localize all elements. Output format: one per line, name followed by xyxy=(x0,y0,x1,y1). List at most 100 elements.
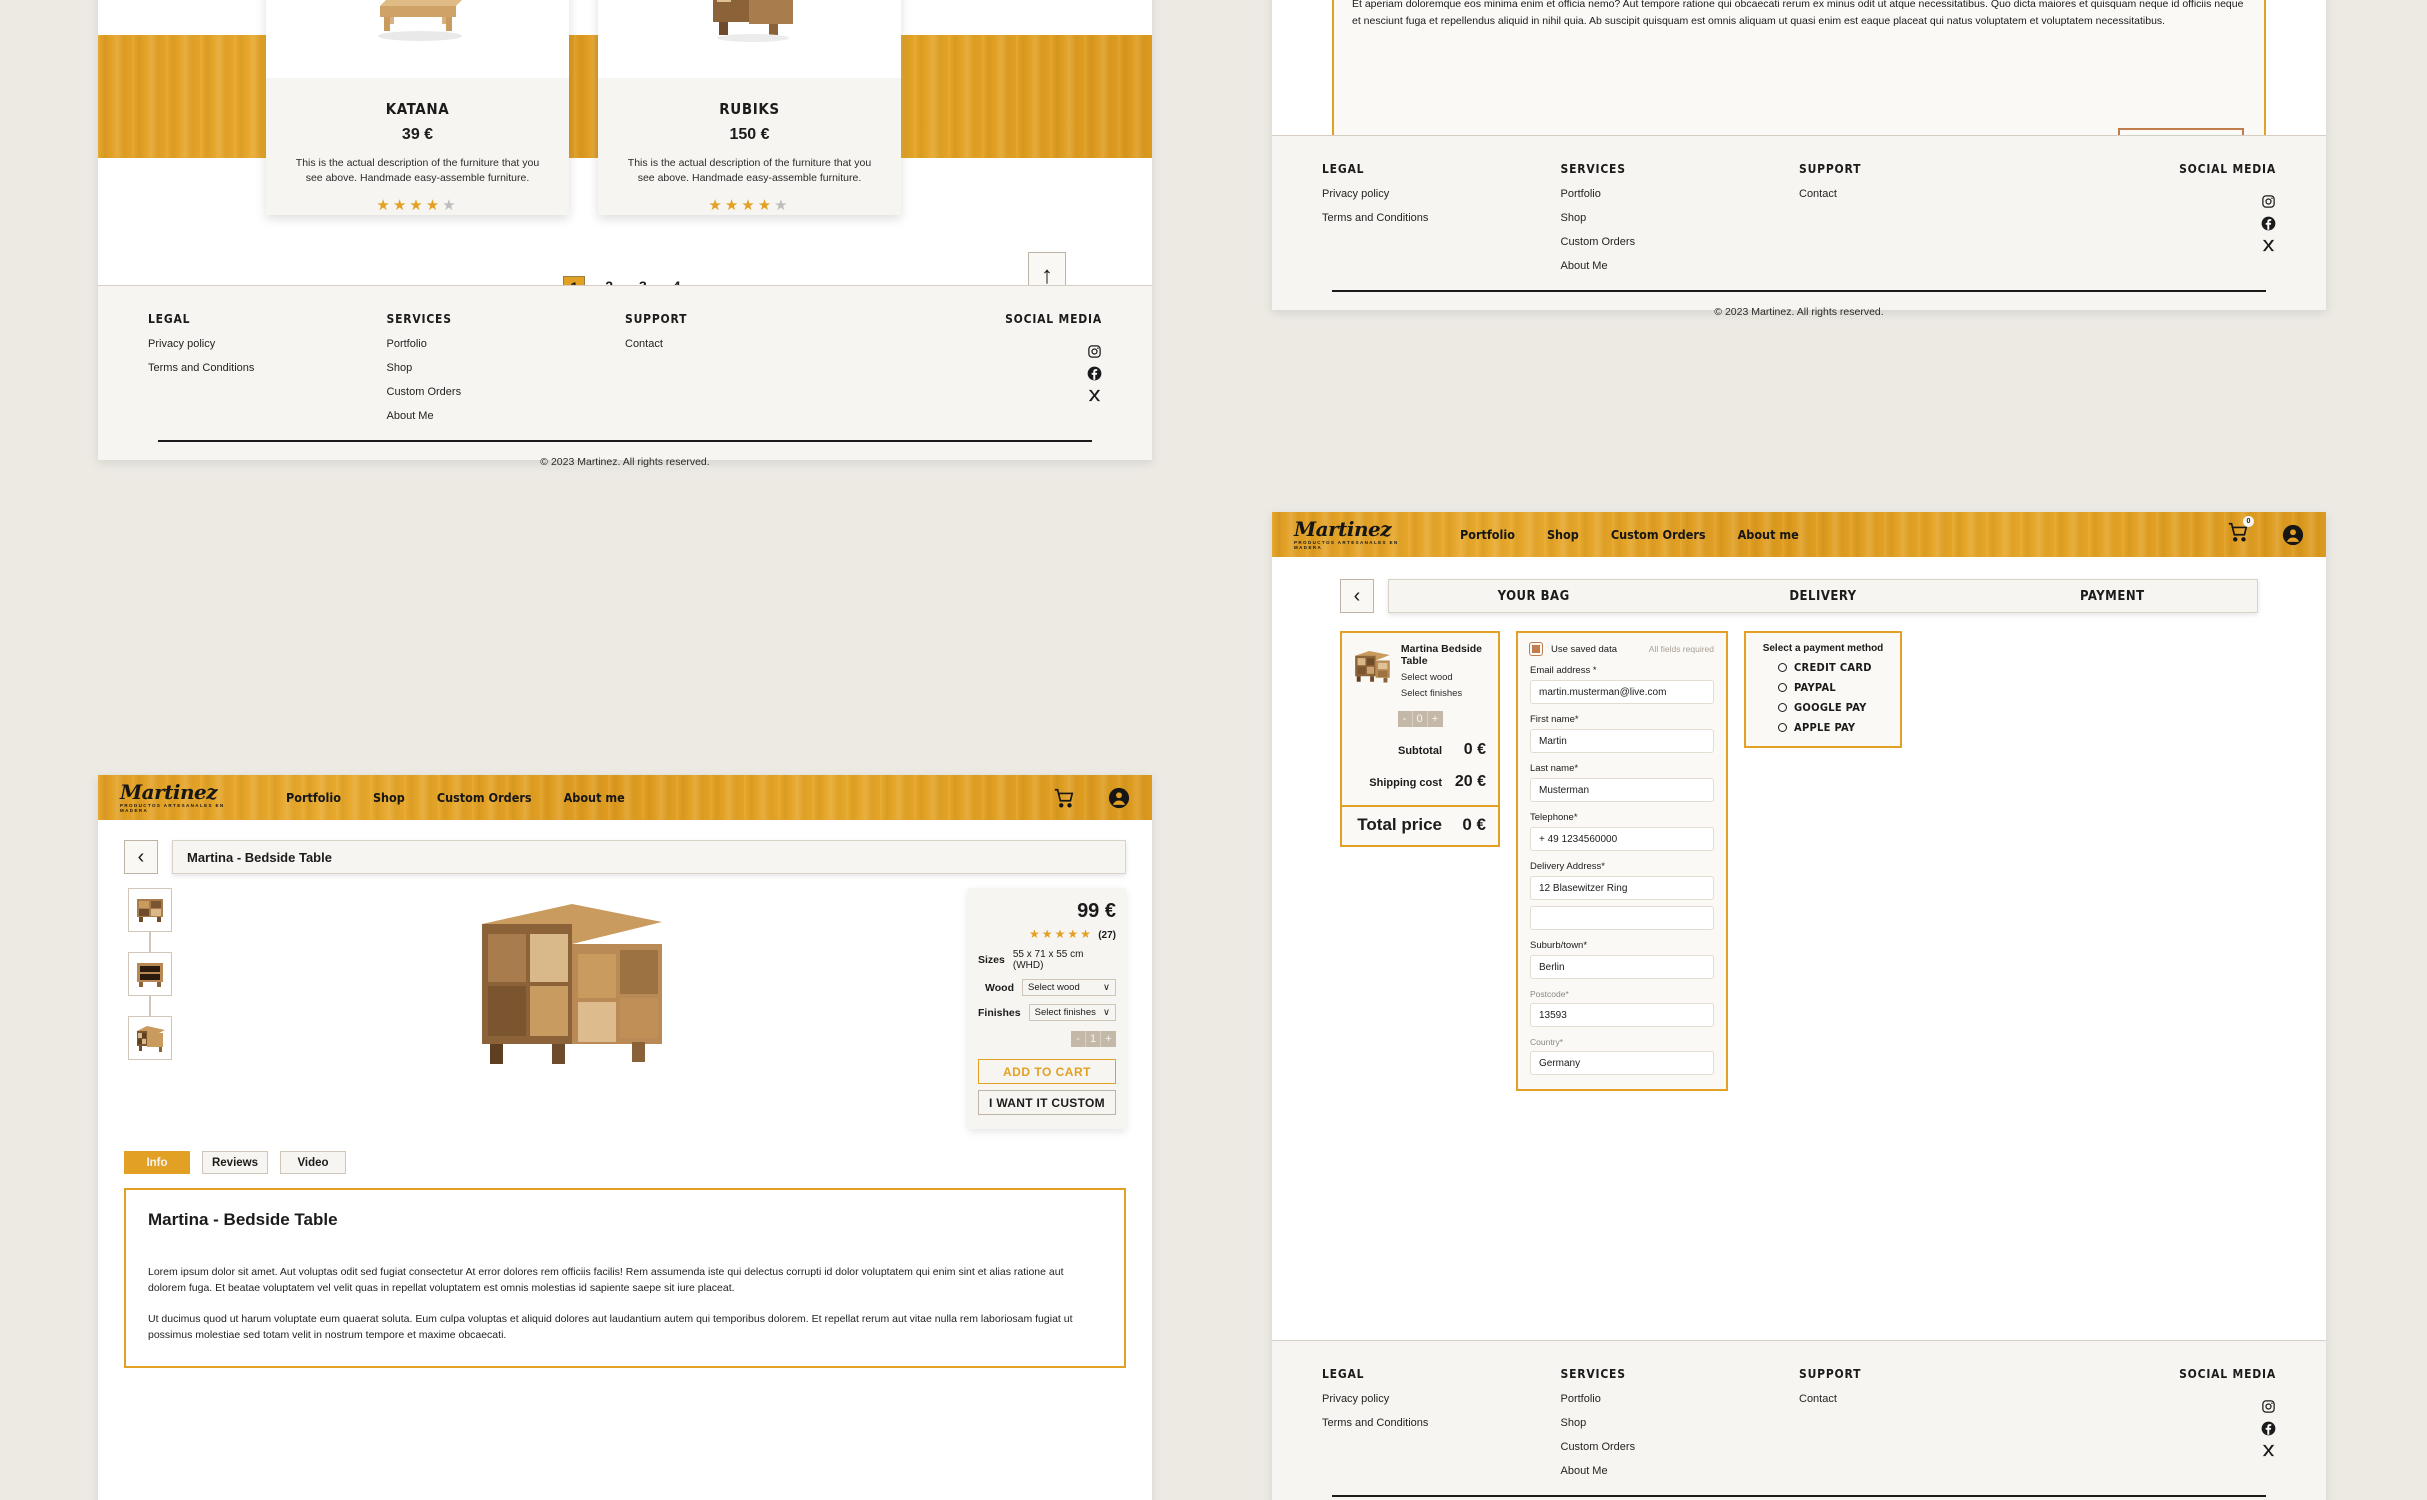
manual-panel: Et aperiam doloremque eos minima enim et… xyxy=(1272,0,2326,318)
footer-link-privacy-policy[interactable]: Privacy policy xyxy=(148,338,387,350)
email-field[interactable]: martin.musterman@live.com xyxy=(1530,680,1714,704)
radio-icon[interactable] xyxy=(1778,683,1787,692)
add-to-cart-button[interactable]: ADD TO CART xyxy=(978,1059,1116,1084)
wood-select[interactable]: Select wood ∨ xyxy=(1022,979,1116,996)
footer-link-portfolio[interactable]: Portfolio xyxy=(1561,188,1800,200)
use-saved-data-checkbox[interactable] xyxy=(1529,642,1543,656)
step-your-bag[interactable]: YOUR BAG xyxy=(1389,580,1678,612)
footer-link-privacy-policy[interactable]: Privacy policy xyxy=(1322,1393,1561,1405)
nav-link-portfolio[interactable]: Portfolio xyxy=(286,790,341,805)
footer-link-about-me[interactable]: About Me xyxy=(1561,260,1800,272)
bag-quantity-stepper[interactable]: - 0 + xyxy=(1342,711,1498,727)
postcode-field[interactable]: 13593 xyxy=(1530,1003,1714,1027)
footer-link-terms[interactable]: Terms and Conditions xyxy=(1322,1417,1561,1429)
quantity-stepper[interactable]: - 1 + xyxy=(978,1031,1116,1047)
shipping-value: 20 € xyxy=(1454,773,1486,790)
use-saved-data-label: Use saved data xyxy=(1551,643,1618,655)
first-name-field[interactable]: Martin xyxy=(1530,729,1714,753)
tab-reviews[interactable]: Reviews xyxy=(202,1151,268,1174)
footer-link-portfolio[interactable]: Portfolio xyxy=(1561,1393,1800,1405)
info-paragraph-2: Ut ducimus quod ut harum voluptate eum q… xyxy=(148,1312,1073,1341)
footer-link-shop[interactable]: Shop xyxy=(1561,212,1800,224)
delivery-address-line2-field[interactable] xyxy=(1530,906,1714,930)
product-card[interactable]: KATANA 39 € This is the actual descripti… xyxy=(266,0,569,215)
product-card[interactable]: RUBIKS 150 € This is the actual descript… xyxy=(598,0,901,215)
quantity-decrement[interactable]: - xyxy=(1071,1031,1086,1047)
brand-name: Martinez xyxy=(1294,517,1392,541)
payment-option-credit-card[interactable]: CREDIT CARD xyxy=(1756,661,1890,674)
payment-option-paypal[interactable]: PAYPAL xyxy=(1756,681,1890,694)
brand-logo[interactable]: Martinez PRODUCTOS ARTESANALES EN MADERA xyxy=(1294,519,1414,550)
country-field[interactable]: Germany xyxy=(1530,1051,1714,1075)
cart-button[interactable]: 0 xyxy=(2226,516,2254,548)
radio-icon[interactable] xyxy=(1778,663,1787,672)
payment-option-google-pay[interactable]: GOOGLE PAY xyxy=(1756,701,1890,714)
want-custom-button[interactable]: I WANT IT CUSTOM xyxy=(978,1090,1116,1115)
footer-link-terms[interactable]: Terms and Conditions xyxy=(148,362,387,374)
bag-quantity-increment[interactable]: + xyxy=(1427,711,1443,727)
cart-count-badge: 0 xyxy=(2243,516,2254,527)
radio-icon[interactable] xyxy=(1778,723,1787,732)
telephone-field[interactable]: + 49 1234560000 xyxy=(1530,827,1714,851)
instagram-icon[interactable] xyxy=(1087,344,1102,359)
bag-item-wood[interactable]: Select wood xyxy=(1401,672,1488,683)
nav-link-shop[interactable]: Shop xyxy=(373,790,405,805)
footer-link-contact[interactable]: Contact xyxy=(1799,188,2038,200)
facebook-icon[interactable] xyxy=(2261,216,2276,231)
sizes-label: Sizes xyxy=(978,954,1005,966)
radio-icon[interactable] xyxy=(1778,703,1787,712)
footer-link-custom-orders[interactable]: Custom Orders xyxy=(387,386,626,398)
facebook-icon[interactable] xyxy=(1087,366,1102,381)
instagram-icon[interactable] xyxy=(2261,194,2276,209)
footer-link-shop[interactable]: Shop xyxy=(387,362,626,374)
last-name-field[interactable]: Musterman xyxy=(1530,778,1714,802)
nav-link-shop[interactable]: Shop xyxy=(1547,527,1579,542)
quantity-increment[interactable]: + xyxy=(1101,1031,1116,1047)
footer-link-portfolio[interactable]: Portfolio xyxy=(387,338,626,350)
suburb-field[interactable]: Berlin xyxy=(1530,955,1714,979)
footer-link-about-me[interactable]: About Me xyxy=(387,410,626,422)
tab-info[interactable]: Info xyxy=(124,1151,190,1174)
footer-link-custom-orders[interactable]: Custom Orders xyxy=(1561,236,1800,248)
account-icon[interactable] xyxy=(1108,787,1130,809)
back-button[interactable]: ‹ xyxy=(1340,579,1374,613)
nav-link-custom-orders[interactable]: Custom Orders xyxy=(437,790,532,805)
subtotal-label: Subtotal xyxy=(1398,745,1442,757)
facebook-icon[interactable] xyxy=(2261,1421,2276,1436)
footer-link-contact[interactable]: Contact xyxy=(1799,1393,2038,1405)
footer-heading: LEGAL xyxy=(1322,1367,1365,1381)
nav-link-about-me[interactable]: About me xyxy=(564,790,625,805)
payment-option-apple-pay[interactable]: APPLE PAY xyxy=(1756,721,1890,734)
footer-link-privacy-policy[interactable]: Privacy policy xyxy=(1322,188,1561,200)
nav-link-custom-orders[interactable]: Custom Orders xyxy=(1611,527,1706,542)
payment-title: Select a payment method xyxy=(1762,643,1884,654)
footer-column-social: SOCIAL MEDIA xyxy=(2038,1367,2277,1477)
thumbnail-2[interactable] xyxy=(128,952,172,996)
back-button[interactable]: ‹ xyxy=(124,840,158,874)
step-delivery[interactable]: DELIVERY xyxy=(1678,580,1967,612)
x-twitter-icon[interactable] xyxy=(2261,238,2276,253)
footer-heading: SUPPORT xyxy=(1799,1367,1862,1381)
footer-link-terms[interactable]: Terms and Conditions xyxy=(1322,212,1561,224)
step-payment[interactable]: PAYMENT xyxy=(1968,580,2257,612)
finishes-select[interactable]: Select finishes ∨ xyxy=(1028,1004,1116,1021)
x-twitter-icon[interactable] xyxy=(2261,1443,2276,1458)
footer-heading: SOCIAL MEDIA xyxy=(2179,162,2276,176)
x-twitter-icon[interactable] xyxy=(1087,388,1102,403)
bag-item-finishes[interactable]: Select finishes xyxy=(1401,688,1488,699)
thumbnail-1[interactable] xyxy=(128,888,172,932)
nav-link-portfolio[interactable]: Portfolio xyxy=(1460,527,1515,542)
bag-quantity-decrement[interactable]: - xyxy=(1397,711,1413,727)
cart-icon[interactable] xyxy=(1052,787,1076,809)
footer-link-about-me[interactable]: About Me xyxy=(1561,1465,1800,1477)
delivery-address-field[interactable]: 12 Blasewitzer Ring xyxy=(1530,876,1714,900)
footer-link-custom-orders[interactable]: Custom Orders xyxy=(1561,1441,1800,1453)
tab-video[interactable]: Video xyxy=(280,1151,346,1174)
brand-logo[interactable]: Martinez PRODUCTOS ARTESANALES EN MADERA xyxy=(120,782,240,813)
footer-link-shop[interactable]: Shop xyxy=(1561,1417,1800,1429)
footer-link-contact[interactable]: Contact xyxy=(625,338,864,350)
instagram-icon[interactable] xyxy=(2261,1399,2276,1414)
account-icon[interactable] xyxy=(2282,524,2304,546)
nav-link-about-me[interactable]: About me xyxy=(1738,527,1799,542)
thumbnail-3[interactable] xyxy=(128,1016,172,1060)
